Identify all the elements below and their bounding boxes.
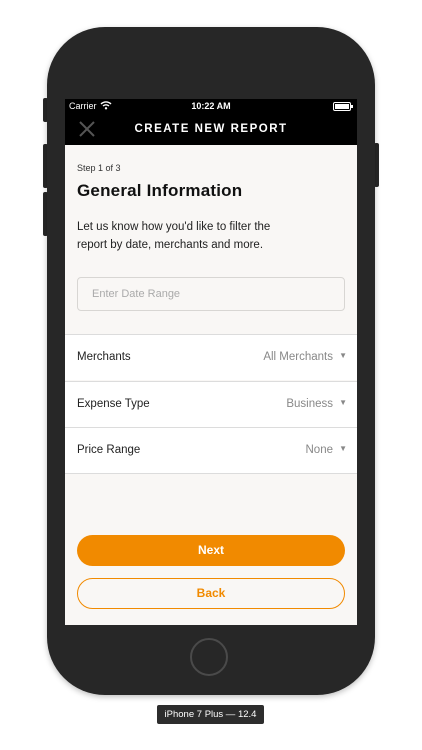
chevron-down-icon: ▼ xyxy=(339,351,347,360)
chevron-down-icon: ▼ xyxy=(339,444,347,453)
app-screen: Carrier 10:22 AM CREATE NEW REPORT Step … xyxy=(65,99,357,625)
merchants-value: All Merchants xyxy=(263,351,333,363)
section-description: Let us know how you'd like to filter the… xyxy=(77,221,271,251)
merchants-row[interactable]: Merchants All Merchants ▼ xyxy=(65,334,357,380)
price-range-value: None xyxy=(305,444,334,456)
step-indicator: Step 1 of 3 xyxy=(77,163,121,173)
battery-icon xyxy=(333,102,353,111)
page-title: CREATE NEW REPORT xyxy=(134,123,288,135)
expense-type-row[interactable]: Expense Type Business ▼ xyxy=(65,381,357,427)
chevron-down-icon: ▼ xyxy=(339,398,347,407)
status-bar: Carrier 10:22 AM xyxy=(65,99,357,114)
home-button[interactable] xyxy=(190,638,228,676)
expense-type-label: Expense Type xyxy=(77,398,150,410)
device-label: iPhone 7 Plus — 12.4 xyxy=(157,705,264,724)
price-range-label: Price Range xyxy=(77,444,141,456)
status-time: 10:22 AM xyxy=(191,101,231,111)
back-button[interactable]: Back xyxy=(77,578,345,609)
navigation-bar: CREATE NEW REPORT xyxy=(65,114,357,145)
date-range-input[interactable] xyxy=(77,277,345,311)
price-range-row[interactable]: Price Range None ▼ xyxy=(65,427,357,473)
section-heading: General Information xyxy=(77,181,243,200)
expense-type-value: Business xyxy=(286,398,333,410)
merchants-label: Merchants xyxy=(77,351,131,363)
next-button[interactable]: Next xyxy=(77,535,345,566)
divider xyxy=(65,473,357,474)
